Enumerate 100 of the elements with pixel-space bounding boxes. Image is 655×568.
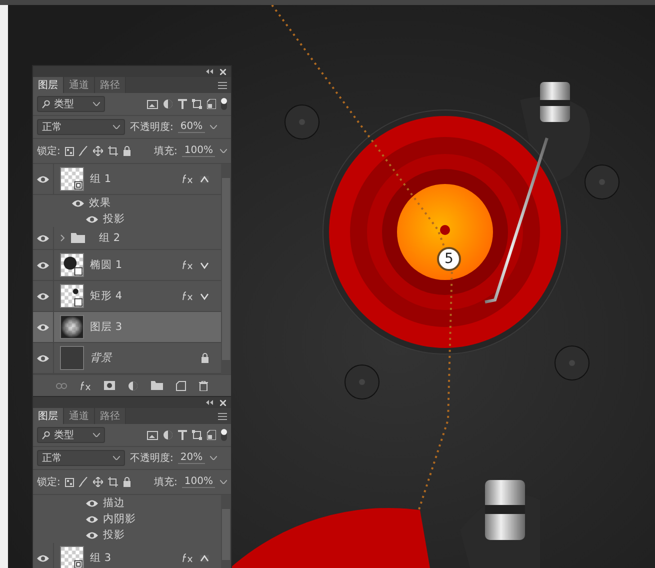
shape-filter-icon[interactable] xyxy=(192,430,202,440)
fill-label: 填充: xyxy=(154,476,178,489)
lock-icon[interactable] xyxy=(123,146,132,156)
lock-icon[interactable] xyxy=(123,477,132,487)
opacity-field[interactable]: 60% xyxy=(178,121,205,133)
filter-dropdown[interactable]: 类型 xyxy=(37,96,105,112)
eye-icon[interactable] xyxy=(85,214,99,224)
caret-icon[interactable] xyxy=(200,262,209,268)
blend-mode-dropdown[interactable]: 正常 xyxy=(37,119,125,135)
lock-transparency-icon[interactable] xyxy=(65,146,74,156)
dropdown-caret-icon[interactable] xyxy=(210,456,217,460)
filter-dropdown[interactable]: 类型 xyxy=(37,427,105,443)
fx-icon[interactable] xyxy=(80,380,91,390)
filter-toggle-icon[interactable] xyxy=(221,429,227,441)
eye-icon[interactable] xyxy=(36,260,50,270)
layer-name: 矩形 4 xyxy=(90,289,124,303)
move-icon[interactable] xyxy=(93,146,104,156)
fill-label: 填充: xyxy=(154,144,178,158)
brush-icon[interactable] xyxy=(79,146,88,156)
new-layer-icon[interactable] xyxy=(176,380,186,390)
filter-toggle-icon[interactable] xyxy=(221,98,227,110)
adjustment-filter-icon[interactable] xyxy=(163,99,173,109)
dropdown-caret-icon xyxy=(113,125,120,129)
opacity-field[interactable]: 20% xyxy=(178,452,205,464)
effect-name: 内阴影 xyxy=(103,512,137,526)
lock-label: 锁定: xyxy=(37,476,60,489)
panel-tab[interactable]: 通道 xyxy=(64,408,95,424)
panel-tab[interactable]: 路径 xyxy=(95,77,126,93)
layer-name: 组 1 xyxy=(90,172,112,186)
eye-icon[interactable] xyxy=(36,322,50,332)
dropdown-caret-icon[interactable] xyxy=(220,149,227,153)
effect-name: 投影 xyxy=(103,528,126,542)
eye-icon[interactable] xyxy=(85,498,99,508)
smart-object-filter-icon[interactable] xyxy=(207,430,216,440)
effect-name: 描边 xyxy=(103,496,126,510)
collapse-icon[interactable] xyxy=(206,69,213,74)
panel-tab[interactable]: 图层 xyxy=(33,77,64,93)
lock-label: 锁定: xyxy=(37,144,60,158)
layer-thumbnail xyxy=(60,284,84,308)
image-filter-icon[interactable] xyxy=(147,430,158,440)
fill-field[interactable]: 100% xyxy=(182,476,215,488)
brush-icon[interactable] xyxy=(79,477,88,487)
type-filter-icon[interactable] xyxy=(178,99,187,109)
layer-thumbnail xyxy=(60,253,84,277)
panel-tab[interactable]: 图层 xyxy=(33,408,64,424)
layer-name: 组 2 xyxy=(99,231,122,245)
caret-icon[interactable] xyxy=(200,176,209,182)
crop-icon[interactable] xyxy=(108,477,118,487)
effect-name: 投影 xyxy=(103,212,126,226)
layer-row[interactable]: 组 2 xyxy=(33,227,221,250)
caret-icon[interactable] xyxy=(200,554,209,562)
caret-icon[interactable] xyxy=(200,292,209,300)
dropdown-caret-icon[interactable] xyxy=(220,480,227,484)
trash-icon[interactable] xyxy=(199,380,208,390)
layer-row[interactable]: 组 3 xyxy=(33,543,221,568)
dropdown-caret-icon xyxy=(93,102,100,106)
adjustment-filter-icon[interactable] xyxy=(163,430,173,440)
shape-filter-icon[interactable] xyxy=(192,99,202,109)
layer-name: 组 3 xyxy=(90,551,112,565)
dropdown-caret-icon xyxy=(113,456,120,460)
eye-icon[interactable] xyxy=(85,514,99,524)
type-filter-icon[interactable] xyxy=(178,430,187,440)
adjustment-icon[interactable] xyxy=(128,380,138,390)
eye-icon[interactable] xyxy=(36,292,50,300)
layer-row[interactable]: 组 1 xyxy=(33,164,221,195)
close-icon[interactable] xyxy=(220,400,226,406)
close-icon[interactable] xyxy=(220,68,226,74)
layer-row[interactable]: 椭圆 1 xyxy=(33,250,221,281)
panel-tab[interactable]: 路径 xyxy=(95,408,126,424)
scrollbar[interactable] xyxy=(221,164,231,374)
layer-name: 背景 xyxy=(90,351,114,365)
eye-icon[interactable] xyxy=(36,234,50,242)
layer-thumbnail xyxy=(60,315,84,339)
layer-row[interactable]: 图层 3 xyxy=(33,312,221,343)
opacity-label: 不透明度: xyxy=(130,120,174,134)
image-filter-icon[interactable] xyxy=(147,100,158,108)
menu-icon[interactable] xyxy=(218,82,227,88)
eye-icon[interactable] xyxy=(36,554,50,562)
search-icon xyxy=(42,430,50,440)
move-icon[interactable] xyxy=(93,477,104,487)
lock-transparency-icon[interactable] xyxy=(65,478,74,486)
folder-icon xyxy=(71,233,85,243)
blend-mode-dropdown[interactable]: 正常 xyxy=(37,450,125,466)
crop-icon[interactable] xyxy=(108,146,118,156)
folder-icon[interactable] xyxy=(151,381,163,390)
mask-icon[interactable] xyxy=(104,381,115,390)
eye-icon[interactable] xyxy=(36,174,50,184)
opacity-label: 不透明度: xyxy=(130,452,174,465)
eye-icon[interactable] xyxy=(85,530,99,540)
fill-field[interactable]: 100% xyxy=(182,145,215,157)
menu-icon[interactable] xyxy=(218,412,227,420)
eye-icon[interactable] xyxy=(36,354,50,362)
eye-icon[interactable] xyxy=(71,198,85,208)
smart-object-filter-icon[interactable] xyxy=(207,99,216,109)
scrollbar[interactable] xyxy=(221,495,231,568)
collapse-icon[interactable] xyxy=(206,400,213,405)
search-icon xyxy=(42,100,50,108)
panel-tab[interactable]: 通道 xyxy=(64,77,95,93)
dropdown-caret-icon xyxy=(93,433,100,437)
dropdown-caret-icon[interactable] xyxy=(210,125,217,129)
